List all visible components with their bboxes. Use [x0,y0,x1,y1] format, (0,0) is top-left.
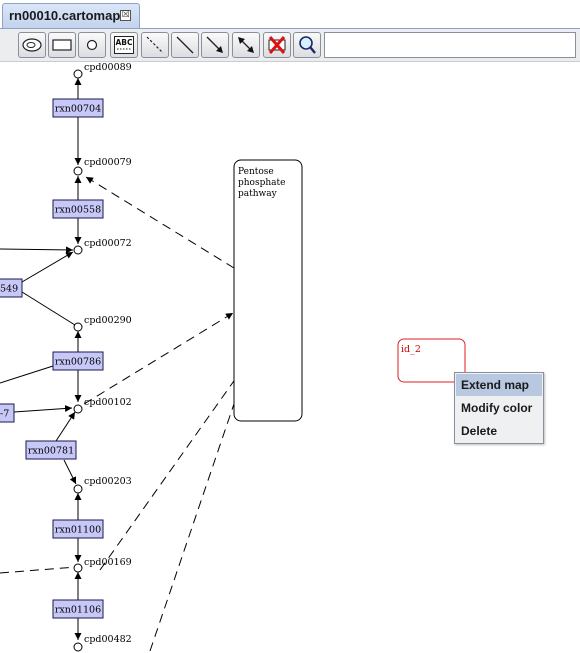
menu-item-modify-color[interactable]: Modify color [456,397,542,419]
compound-node[interactable] [73,322,83,332]
reaction-label: rxn00558 [55,205,101,216]
compound-node[interactable] [73,404,83,414]
abc-text-label: ABC [115,38,133,47]
compound-label: cpd00482 [84,634,132,645]
map-canvas[interactable]: cpd00089 cpd00079 cpd00072 cpd00290 cpd0… [0,62,580,653]
menu-item-extend-map[interactable]: Extend map [456,374,542,396]
reaction-label: rxn00704 [55,104,101,115]
pathway-box[interactable] [233,159,303,422]
reaction-label: rxn00781 [28,446,74,457]
pathway-label-line: phosphate [238,178,285,188]
abc-text-icon: ABC [114,36,134,54]
reaction-label: rxn01106 [55,605,101,616]
text-label-tool[interactable]: ABC [110,32,138,58]
delete-tool[interactable] [263,32,291,58]
circle-icon [86,39,98,51]
context-menu: Extend map Modify color Delete [454,372,544,444]
menu-item-label: Modify color [461,401,533,415]
pathway-label-line: Pentose [238,167,274,177]
toolbar-input-field[interactable] [324,32,576,58]
reaction-label: -7 [0,409,9,420]
selected-box-label: id_2 [401,344,421,355]
compound-node[interactable] [73,563,83,573]
menu-item-delete[interactable]: Delete [456,420,542,442]
compound-label: cpd00169 [84,557,132,568]
compound-node[interactable] [73,166,83,176]
reaction-label: 549 [0,284,18,295]
solid-link-tool[interactable] [171,32,199,58]
reaction-rect-tool[interactable] [48,32,76,58]
compound-node[interactable] [73,642,83,652]
reaction-label: rxn00786 [55,357,101,368]
reaction-label: rxn01100 [55,525,101,536]
menu-item-label: Extend map [461,378,530,392]
compound-node[interactable] [73,484,83,494]
arrow-link-tool[interactable] [201,32,229,58]
compound-node[interactable] [73,69,83,79]
double-arrow-link-tool[interactable] [232,32,260,58]
zoom-tool[interactable] [293,32,321,58]
tab-rn00010-cartomap[interactable]: rn00010.cartomap ☒ [2,3,140,28]
menu-item-label: Delete [461,424,498,438]
double-arrow-icon [238,37,254,53]
compound-label: cpd00102 [84,397,132,408]
red-x-icon [268,36,286,54]
compound-oval-tool[interactable] [18,32,46,58]
toolbar: ABC [0,29,580,62]
oval-shape-icon [22,38,42,52]
circle-node-tool[interactable] [78,32,106,58]
compound-node[interactable] [73,245,83,255]
compound-label: cpd00203 [84,476,132,487]
dashed-line-icon [146,36,164,54]
arrow-icon [206,36,223,53]
compound-label: cpd00072 [84,238,132,249]
dashed-link-tool[interactable] [141,32,169,58]
tab-close-icon[interactable]: ☒ [120,10,131,21]
tab-bar: rn00010.cartomap ☒ [0,0,580,29]
tab-title: rn00010.cartomap [9,8,121,23]
rectangle-icon [52,39,72,51]
solid-line-icon [176,36,194,54]
compound-label: cpd00089 [84,62,132,73]
magnifier-icon [299,36,316,54]
pathway-label-line: pathway [238,189,278,199]
compound-label: cpd00079 [84,157,132,168]
compound-label: cpd00290 [84,315,132,326]
